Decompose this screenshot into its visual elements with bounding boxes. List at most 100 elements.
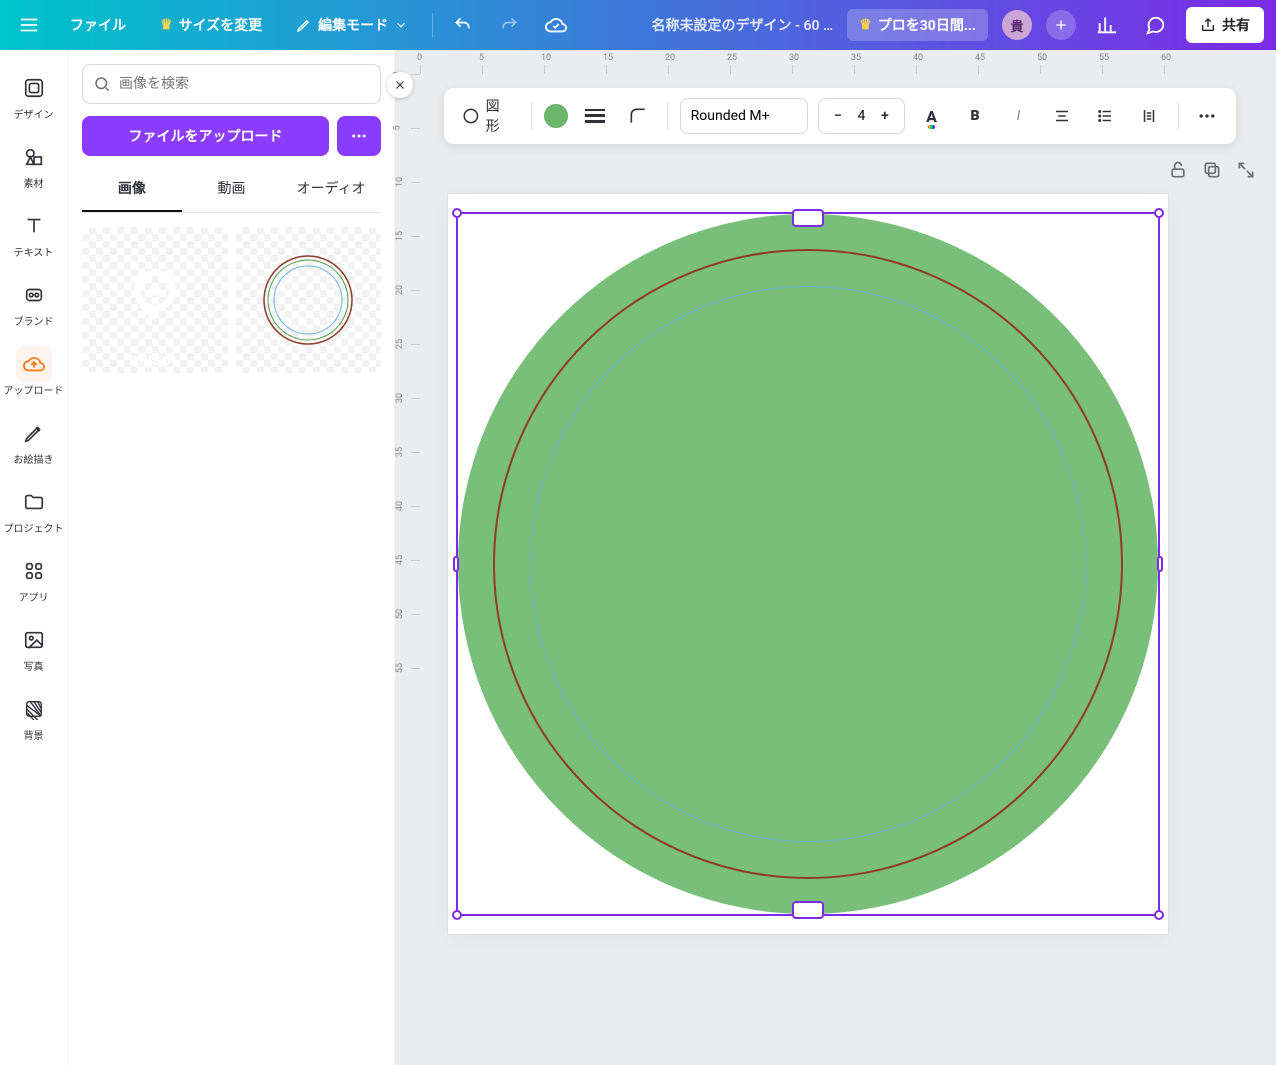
expand-page-button[interactable] [1236,160,1256,180]
resize-handle-e[interactable] [1157,556,1163,572]
ruler-vertical: 0510152025303540455055 [396,74,420,1065]
main-area: デザイン 素材 テキスト ブランド アップロード お絵描き プロジェクト アプリ… [0,50,1276,1065]
upload-thumb[interactable]: DRISOL [82,227,228,373]
document-title[interactable]: 名称未設定のデザイン - 60 … [651,15,833,35]
resize-handle-sw[interactable] [452,910,462,920]
undo-button[interactable] [447,9,479,41]
fill-color-swatch[interactable] [544,104,568,128]
share-button[interactable]: 共有 [1186,7,1264,43]
ruler-tick: 15 [606,65,668,74]
lock-page-button[interactable] [1168,160,1188,180]
design-page[interactable] [448,194,1168,934]
list-icon [1096,107,1114,125]
selection-box[interactable] [456,212,1160,916]
rail-item-background[interactable]: 背景 [2,683,66,748]
logo-icon [115,260,195,340]
more-options-button[interactable] [1191,99,1224,133]
try-pro-label: プロを30日間... [878,15,976,35]
crown-icon: ♛ [859,17,872,33]
apps-icon [23,560,45,582]
tab-audio[interactable]: オーディオ [281,166,381,212]
lock-open-icon [1168,160,1188,180]
text-icon [23,215,45,237]
dots-icon [1197,106,1217,126]
add-member-button[interactable] [1046,10,1076,40]
side-panel: ファイルをアップロード 画像 動画 オーディオ DRISOL [68,50,396,1065]
analytics-button[interactable] [1090,8,1124,42]
corner-rounding-button[interactable] [621,99,654,133]
ruler-tick: 10 [544,65,606,74]
duplicate-icon [1202,160,1222,180]
rail-item-apps[interactable]: アプリ [2,545,66,610]
edit-mode-menu[interactable]: 編集モード [286,9,418,41]
divider [667,102,668,130]
ruler-tick: 0 [420,65,482,74]
avatar[interactable]: 貴 [1002,10,1032,40]
upload-thumb[interactable] [236,227,382,373]
rail-label: 素材 [24,179,44,190]
duplicate-page-button[interactable] [1202,160,1222,180]
text-color-button[interactable]: A [915,99,948,133]
resize-handle-nw[interactable] [452,208,462,218]
list-button[interactable] [1089,99,1122,133]
spacing-button[interactable] [1132,99,1165,133]
file-menu[interactable]: ファイル [60,9,136,41]
rail-label: アプリ [19,593,49,604]
search-input[interactable] [119,76,370,92]
rail-item-elements[interactable]: 素材 [2,131,66,196]
resize-handle-w[interactable] [453,556,459,572]
font-family-field[interactable]: Rounded M+ [680,98,808,134]
ruler-tick: 25 [411,344,420,398]
ruler-tick: 30 [792,65,854,74]
rail-label: お絵描き [14,455,54,466]
italic-button[interactable]: I [1002,99,1035,133]
menu-button[interactable] [12,8,46,42]
cloud-sync-button[interactable] [539,8,573,42]
resize-label: サイズを変更 [179,15,263,35]
image-icon [23,629,45,651]
stroke-weight-button[interactable] [578,99,611,133]
resize-handle-s[interactable] [792,901,824,919]
rail-label: テキスト [14,248,54,259]
text-color-icon: A [926,107,937,126]
resize-button[interactable]: ♛ サイズを変更 [150,9,272,41]
rail-item-design[interactable]: デザイン [2,62,66,127]
rail-item-brand[interactable]: ブランド [2,269,66,334]
rail-item-projects[interactable]: プロジェクト [2,476,66,541]
rail-label: 背景 [24,731,44,742]
resize-handle-ne[interactable] [1154,208,1164,218]
shape-type-button[interactable]: 図形 [456,99,519,133]
rail-item-draw[interactable]: お絵描き [2,407,66,472]
font-size-value[interactable]: 4 [849,108,873,124]
redo-icon [499,15,519,35]
rail-item-photos[interactable]: 写真 [2,614,66,679]
crown-icon: ♛ [160,17,173,33]
rail-item-text[interactable]: テキスト [2,200,66,265]
bold-button[interactable]: B [958,99,991,133]
font-size-field: − 4 + [818,98,905,134]
try-pro-button[interactable]: ♛ プロを30日間... [847,9,988,41]
upload-more-button[interactable] [337,116,381,156]
share-label: 共有 [1222,15,1250,35]
redo-button[interactable] [493,9,525,41]
resize-handle-se[interactable] [1154,910,1164,920]
rail-item-uploads[interactable]: アップロード [2,338,66,403]
template-icon [23,77,45,99]
ruler-tick: 55 [1102,65,1164,74]
dots-icon [350,127,368,145]
upload-button[interactable]: ファイルをアップロード [82,116,329,156]
rail-label: デザイン [14,110,54,121]
tab-images[interactable]: 画像 [82,166,182,212]
canvas-viewport[interactable] [420,74,1276,1065]
uploads-grid: DRISOL [82,227,381,373]
close-panel-button[interactable] [387,72,413,98]
ruler-tick: 5 [482,65,544,74]
text-align-button[interactable] [1045,99,1078,133]
shapes-icon [23,146,45,168]
resize-handle-n[interactable] [792,209,824,227]
tab-videos[interactable]: 動画 [182,166,282,212]
font-size-increase[interactable]: + [876,108,894,124]
comment-button[interactable] [1138,8,1172,42]
ruler-tick: 5 [411,128,420,182]
font-size-decrease[interactable]: − [829,108,847,124]
